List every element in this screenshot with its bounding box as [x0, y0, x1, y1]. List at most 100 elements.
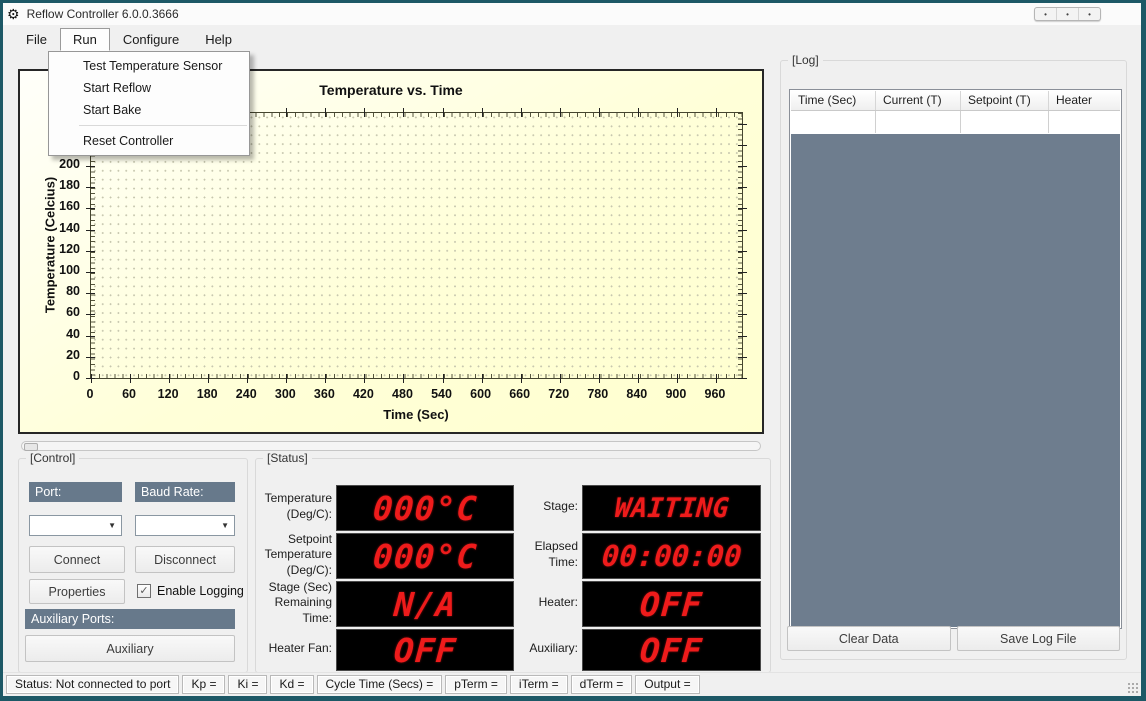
- y-tick-label: 120: [59, 241, 80, 256]
- column-header-time[interactable]: Time (Sec): [791, 91, 876, 110]
- log-table-empty-area: [791, 134, 1120, 627]
- x-tick-label: 480: [392, 387, 413, 401]
- y-major-tick: [86, 293, 95, 295]
- window-controls: • • •: [1034, 7, 1101, 21]
- auxiliary-ports-label: Auxiliary Ports:: [25, 609, 235, 629]
- elapsed-time-label: Elapsed Time:: [534, 539, 578, 569]
- heater-display: OFF: [582, 581, 761, 627]
- y-tick-label: 20: [66, 347, 80, 362]
- menu-configure[interactable]: Configure: [110, 28, 192, 51]
- title-bar: ⚙ Reflow Controller 6.0.0.3666 • • •: [3, 3, 1141, 25]
- clear-data-button[interactable]: Clear Data: [787, 626, 951, 651]
- y-major-tick: [738, 335, 747, 337]
- table-cell: [876, 111, 961, 133]
- log-group-label: [Log]: [788, 53, 823, 67]
- properties-button[interactable]: Properties: [29, 579, 125, 604]
- y-major-tick: [738, 250, 747, 252]
- auxiliary-label: Auxiliary:: [529, 641, 578, 656]
- y-major-tick: [86, 229, 95, 231]
- table-row[interactable]: [791, 111, 1120, 133]
- temperature-value: 000°C: [371, 488, 479, 528]
- y-tick-label: 0: [73, 369, 80, 383]
- x-major-tick: [637, 374, 639, 383]
- x-major-tick: [559, 374, 561, 383]
- menuitem-reset-controller[interactable]: Reset Controller: [49, 130, 249, 152]
- y-tick-label: 80: [66, 284, 80, 299]
- heater-label: Heater:: [538, 595, 578, 610]
- x-major-tick: [676, 108, 678, 117]
- menu-bar: File Run Configure Help: [3, 27, 1141, 52]
- y-major-tick: [86, 356, 95, 358]
- chart-scrollbar[interactable]: [21, 441, 761, 451]
- x-major-tick: [442, 374, 444, 383]
- y-tick-label: 160: [59, 199, 80, 214]
- maximize-button[interactable]: •: [1056, 8, 1078, 20]
- y-major-tick: [738, 123, 747, 125]
- chevron-down-icon: ▼: [221, 521, 229, 530]
- y-major-tick: [738, 293, 747, 295]
- status-group: [Status] Temperature (Deg/C): 000°C Setp…: [255, 451, 771, 673]
- y-major-tick: [86, 250, 95, 252]
- connection-status-panel: Status: Not connected to port: [6, 675, 180, 694]
- menu-separator: [79, 125, 247, 126]
- baud-rate-select[interactable]: ▼: [135, 515, 235, 536]
- control-group: [Control] Port: Baud Rate: ▼ ▼ Connect D…: [18, 451, 248, 673]
- x-tick-label: 360: [313, 387, 335, 401]
- connect-button[interactable]: Connect: [29, 546, 125, 573]
- x-tick-label: 900: [665, 387, 687, 401]
- temperature-display: 000°C: [336, 485, 514, 531]
- x-major-tick: [364, 374, 366, 383]
- y-major-tick: [738, 187, 747, 189]
- y-minor-ticks-right: [738, 113, 742, 378]
- menuitem-start-reflow[interactable]: Start Reflow: [49, 77, 249, 99]
- setpoint-temperature-value: 000°C: [371, 536, 479, 576]
- column-header-setpoint[interactable]: Setpoint (T): [961, 91, 1049, 110]
- auxiliary-button[interactable]: Auxiliary: [25, 635, 235, 662]
- chevron-down-icon: ▼: [108, 521, 116, 530]
- menu-run[interactable]: Run: [59, 28, 110, 51]
- x-major-tick: [286, 374, 288, 383]
- kd-panel: Kd =: [270, 675, 314, 694]
- iterm-panel: iTerm =: [509, 675, 568, 694]
- stage-value: WAITING: [613, 492, 730, 524]
- y-major-tick: [86, 187, 95, 189]
- x-major-tick: [208, 374, 210, 383]
- x-minor-ticks-bottom: [91, 374, 742, 378]
- port-label: Port:: [29, 482, 122, 502]
- minimize-button[interactable]: •: [1035, 8, 1056, 20]
- disconnect-button[interactable]: Disconnect: [135, 546, 235, 573]
- menuitem-start-bake[interactable]: Start Bake: [49, 99, 249, 121]
- x-tick-label: 780: [587, 387, 609, 401]
- x-tick-label: 300: [274, 387, 296, 401]
- close-button[interactable]: •: [1078, 8, 1100, 20]
- menuitem-test-temperature-sensor[interactable]: Test Temperature Sensor: [49, 55, 249, 77]
- cycle-time-panel: Cycle Time (Secs) =: [316, 675, 443, 694]
- y-major-tick: [738, 166, 747, 167]
- menu-help[interactable]: Help: [192, 28, 245, 51]
- y-major-tick: [86, 166, 95, 167]
- menu-file[interactable]: File: [13, 28, 60, 51]
- y-major-tick: [738, 378, 747, 379]
- auxiliary-value: OFF: [638, 630, 705, 670]
- elapsed-time-value: 00:00:00: [600, 539, 743, 573]
- chart-scrollbar-thumb[interactable]: [24, 443, 38, 451]
- log-table-header: Time (Sec) Current (T) Setpoint (T) Heat…: [791, 91, 1120, 111]
- save-log-file-button[interactable]: Save Log File: [956, 626, 1120, 651]
- y-major-tick: [738, 208, 747, 210]
- setpoint-temperature-display: 000°C: [336, 533, 514, 579]
- x-major-tick: [286, 108, 288, 117]
- window-title: Reflow Controller 6.0.0.3666: [26, 7, 179, 21]
- control-group-label: [Control]: [26, 451, 80, 465]
- x-major-tick: [325, 108, 327, 117]
- enable-logging-label: Enable Logging: [157, 584, 244, 598]
- column-header-current[interactable]: Current (T): [876, 91, 961, 110]
- port-select[interactable]: ▼: [29, 515, 122, 536]
- y-tick-label: 100: [59, 263, 80, 277]
- kp-panel: Kp =: [182, 675, 226, 694]
- x-axis-title: Time (Sec): [383, 407, 449, 422]
- column-header-heater[interactable]: Heater: [1049, 91, 1120, 110]
- x-tick-label: 240: [235, 387, 257, 401]
- chart-title: Temperature vs. Time: [319, 82, 463, 98]
- stage-remaining-time-display: N/A: [336, 581, 514, 627]
- enable-logging-checkbox[interactable]: ✓: [137, 584, 151, 598]
